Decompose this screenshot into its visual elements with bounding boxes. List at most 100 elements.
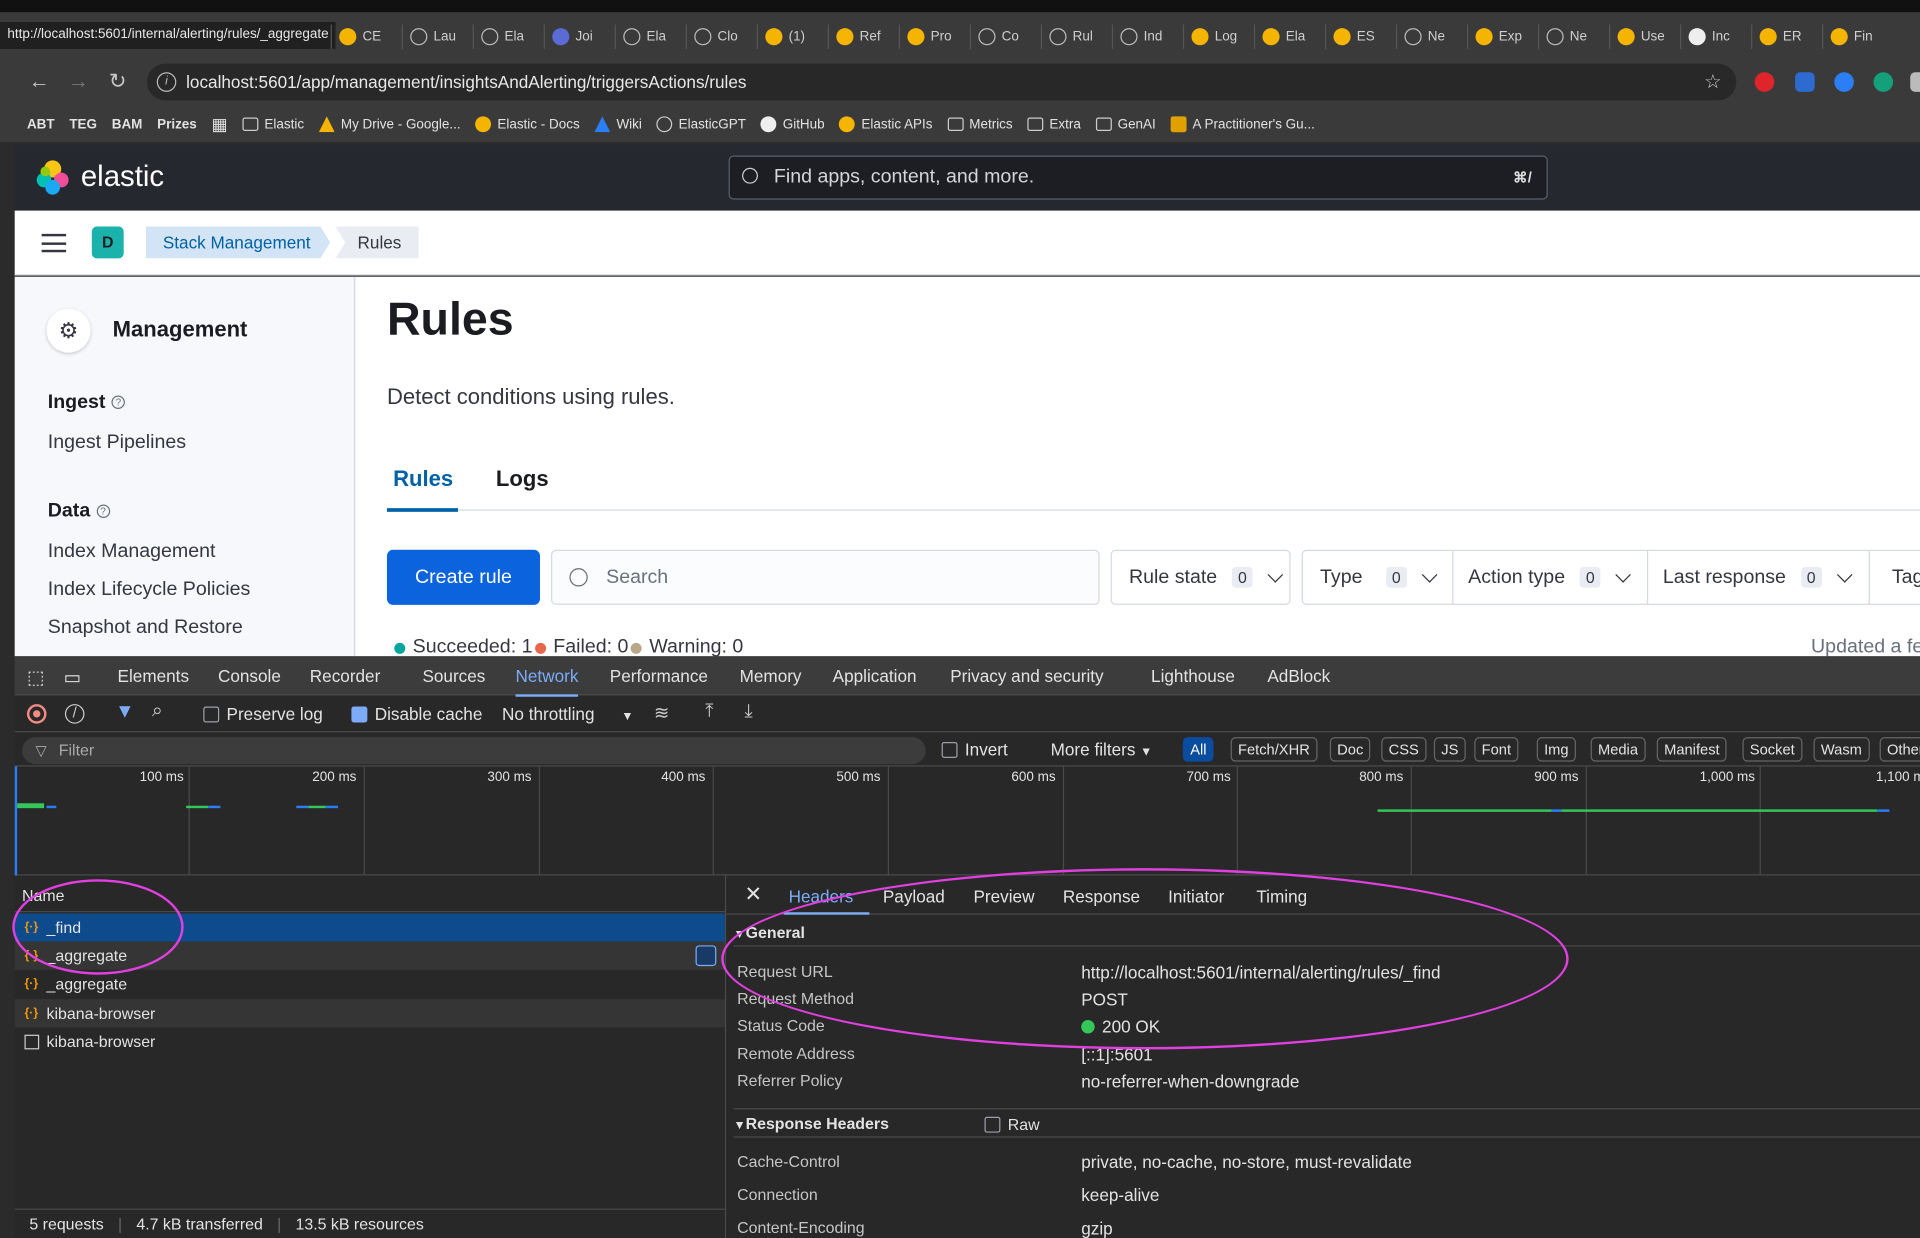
network-filter-input[interactable]: ▽ Filter <box>22 737 926 765</box>
type-filter-img[interactable]: Img <box>1536 737 1576 762</box>
disable-cache-checkbox[interactable]: Disable cache <box>351 704 482 724</box>
browser-tab[interactable]: Joi <box>543 24 615 49</box>
browser-tab[interactable]: ER <box>1751 24 1822 49</box>
reload-icon[interactable]: ↻ <box>105 70 129 94</box>
overlay-tooltip-icon[interactable] <box>695 945 717 967</box>
preserve-log-checkbox[interactable]: Preserve log <box>203 704 323 724</box>
bookmark-item[interactable]: Elastic - Docs <box>475 116 580 133</box>
bookmark-item[interactable]: My Drive - Google... <box>318 116 461 133</box>
browser-tab[interactable]: Ne <box>1395 24 1467 49</box>
devtools-tab-console[interactable]: Console <box>218 666 281 686</box>
filter-type[interactable]: Type 0 <box>1301 549 1454 605</box>
help-icon[interactable]: ? <box>111 395 126 409</box>
browser-tab[interactable]: Log <box>1182 24 1254 49</box>
devtools-tab-elements[interactable]: Elements <box>118 666 189 686</box>
browser-tab[interactable]: Ne <box>1537 24 1609 49</box>
bookmark-folder[interactable]: Elastic <box>242 117 304 132</box>
type-filter-font[interactable]: Font <box>1474 737 1519 762</box>
sidebar-item-snapshot-restore[interactable]: Snapshot and Restore <box>48 617 243 639</box>
filter-rule-state[interactable]: Rule state 0 <box>1110 549 1291 605</box>
request-row-kibana-browser[interactable]: kibana-browser <box>15 1027 725 1055</box>
panel-divider[interactable] <box>724 875 727 1238</box>
devtools-tab-network[interactable]: Network <box>515 666 579 697</box>
rules-search-input[interactable]: Search <box>551 549 1100 605</box>
browser-tab[interactable]: Pro <box>898 24 970 49</box>
detail-tab-response[interactable]: Response <box>1063 887 1140 907</box>
type-filter-js[interactable]: JS <box>1433 737 1466 762</box>
close-icon[interactable]: ✕ <box>744 883 761 907</box>
filter-icon[interactable]: ▼ <box>115 702 134 724</box>
request-list-header[interactable]: Name <box>14 876 725 913</box>
detail-tab-payload[interactable]: Payload <box>883 887 945 907</box>
devtools-tab-recorder[interactable]: Recorder <box>310 666 381 686</box>
extension-icon[interactable] <box>1754 72 1775 92</box>
sidebar-item-index-management[interactable]: Index Management <box>48 541 216 563</box>
browser-tab[interactable]: Exp <box>1466 24 1538 49</box>
tab-logs[interactable]: Logs <box>496 467 549 493</box>
type-filter-fetch-xhr[interactable]: Fetch/XHR <box>1230 737 1318 762</box>
bookmark-folder[interactable]: GenAI <box>1095 117 1156 132</box>
response-headers-section-header[interactable]: ▼Response Headers Raw <box>733 1108 1920 1138</box>
more-filters-dropdown[interactable]: More filters ▼ <box>1051 740 1153 760</box>
bookmark-item[interactable]: ElasticGPT <box>656 116 746 133</box>
devtools-tab-memory[interactable]: Memory <box>740 666 802 686</box>
invert-checkbox[interactable]: Invert <box>941 740 1008 759</box>
browser-tab[interactable]: (1) <box>756 24 828 49</box>
request-row-aggregate[interactable]: {·} _aggregate <box>14 941 725 970</box>
network-conditions-icon[interactable]: ≋ <box>654 702 669 724</box>
request-row-aggregate[interactable]: {·} _aggregate <box>15 970 725 998</box>
browser-tab[interactable]: Co <box>969 24 1041 49</box>
global-search-input[interactable]: Find apps, content, and more. ⌘/ <box>728 155 1548 200</box>
breadcrumb-stack-management[interactable]: Stack Management <box>146 227 330 259</box>
browser-tab[interactable]: Ref <box>827 24 899 49</box>
bookmark-item[interactable]: ABT <box>27 117 55 132</box>
devtools-tab-application[interactable]: Application <box>833 666 917 686</box>
apps-grid-icon[interactable]: ▦ <box>211 114 227 135</box>
bookmark-item[interactable]: GitHub <box>760 116 825 133</box>
search-icon[interactable]: ⌕ <box>152 700 163 722</box>
bookmark-item[interactable]: Wiki <box>594 116 642 133</box>
type-filter-other[interactable]: Other <box>1879 737 1920 762</box>
filter-last-response[interactable]: Last response 0 <box>1646 549 1870 605</box>
bookmark-item[interactable]: BAM <box>112 117 143 132</box>
detail-tab-initiator[interactable]: Initiator <box>1168 887 1224 907</box>
request-row-kibana-browser[interactable]: {·} kibana-browser <box>14 999 725 1028</box>
type-filter-socket[interactable]: Socket <box>1742 737 1803 762</box>
browser-tab[interactable]: Ind <box>1111 24 1183 49</box>
space-avatar[interactable]: D <box>91 226 124 259</box>
create-rule-button[interactable]: Create rule <box>386 549 541 605</box>
type-filter-all[interactable]: All <box>1182 737 1214 762</box>
devtools-tab-adblock[interactable]: AdBlock <box>1267 666 1330 686</box>
browser-tab[interactable]: Rul <box>1040 24 1112 49</box>
type-filter-manifest[interactable]: Manifest <box>1656 737 1727 762</box>
device-toolbar-icon[interactable]: ▭ <box>64 666 81 688</box>
import-har-icon[interactable]: ⤒ <box>705 700 713 721</box>
detail-tab-preview[interactable]: Preview <box>973 887 1034 907</box>
browser-tab[interactable]: Lau <box>401 24 473 49</box>
browser-tab[interactable]: Inc <box>1680 24 1751 49</box>
extension-icon[interactable] <box>1795 72 1815 92</box>
bookmark-folder[interactable]: Metrics <box>947 117 1013 132</box>
bookmark-item[interactable]: TEG <box>69 117 97 132</box>
tab-rules[interactable]: Rules <box>386 467 459 512</box>
network-timeline[interactable]: 100 ms 200 ms 300 ms 400 ms 500 ms 600 m… <box>14 766 1920 876</box>
record-icon[interactable] <box>26 704 47 724</box>
extension-icon[interactable] <box>1873 72 1894 92</box>
type-filter-doc[interactable]: Doc <box>1329 737 1371 762</box>
extension-icon[interactable] <box>1834 72 1854 92</box>
detail-tab-timing[interactable]: Timing <box>1256 887 1307 907</box>
bookmark-item[interactable]: Prizes <box>157 117 197 132</box>
forward-arrow-icon[interactable]: → <box>66 70 90 94</box>
bookmark-star-icon[interactable]: ☆ <box>1704 70 1722 94</box>
export-har-icon[interactable]: ⤓ <box>744 700 752 721</box>
bookmark-item[interactable]: A Practitioner's Gu... <box>1170 116 1315 133</box>
menu-icon[interactable] <box>41 233 67 253</box>
sidebar-item-index-lifecycle-policies[interactable]: Index Lifecycle Policies <box>48 579 251 601</box>
browser-tab[interactable]: CE <box>330 24 402 49</box>
help-icon[interactable]: ? <box>96 504 110 518</box>
browser-tab[interactable]: Ela <box>472 24 544 49</box>
type-filter-css[interactable]: CSS <box>1381 737 1427 762</box>
devtools-tab-performance[interactable]: Performance <box>610 666 708 686</box>
elastic-logo[interactable]: elastic <box>34 159 164 196</box>
clear-icon[interactable]: / <box>64 704 85 724</box>
